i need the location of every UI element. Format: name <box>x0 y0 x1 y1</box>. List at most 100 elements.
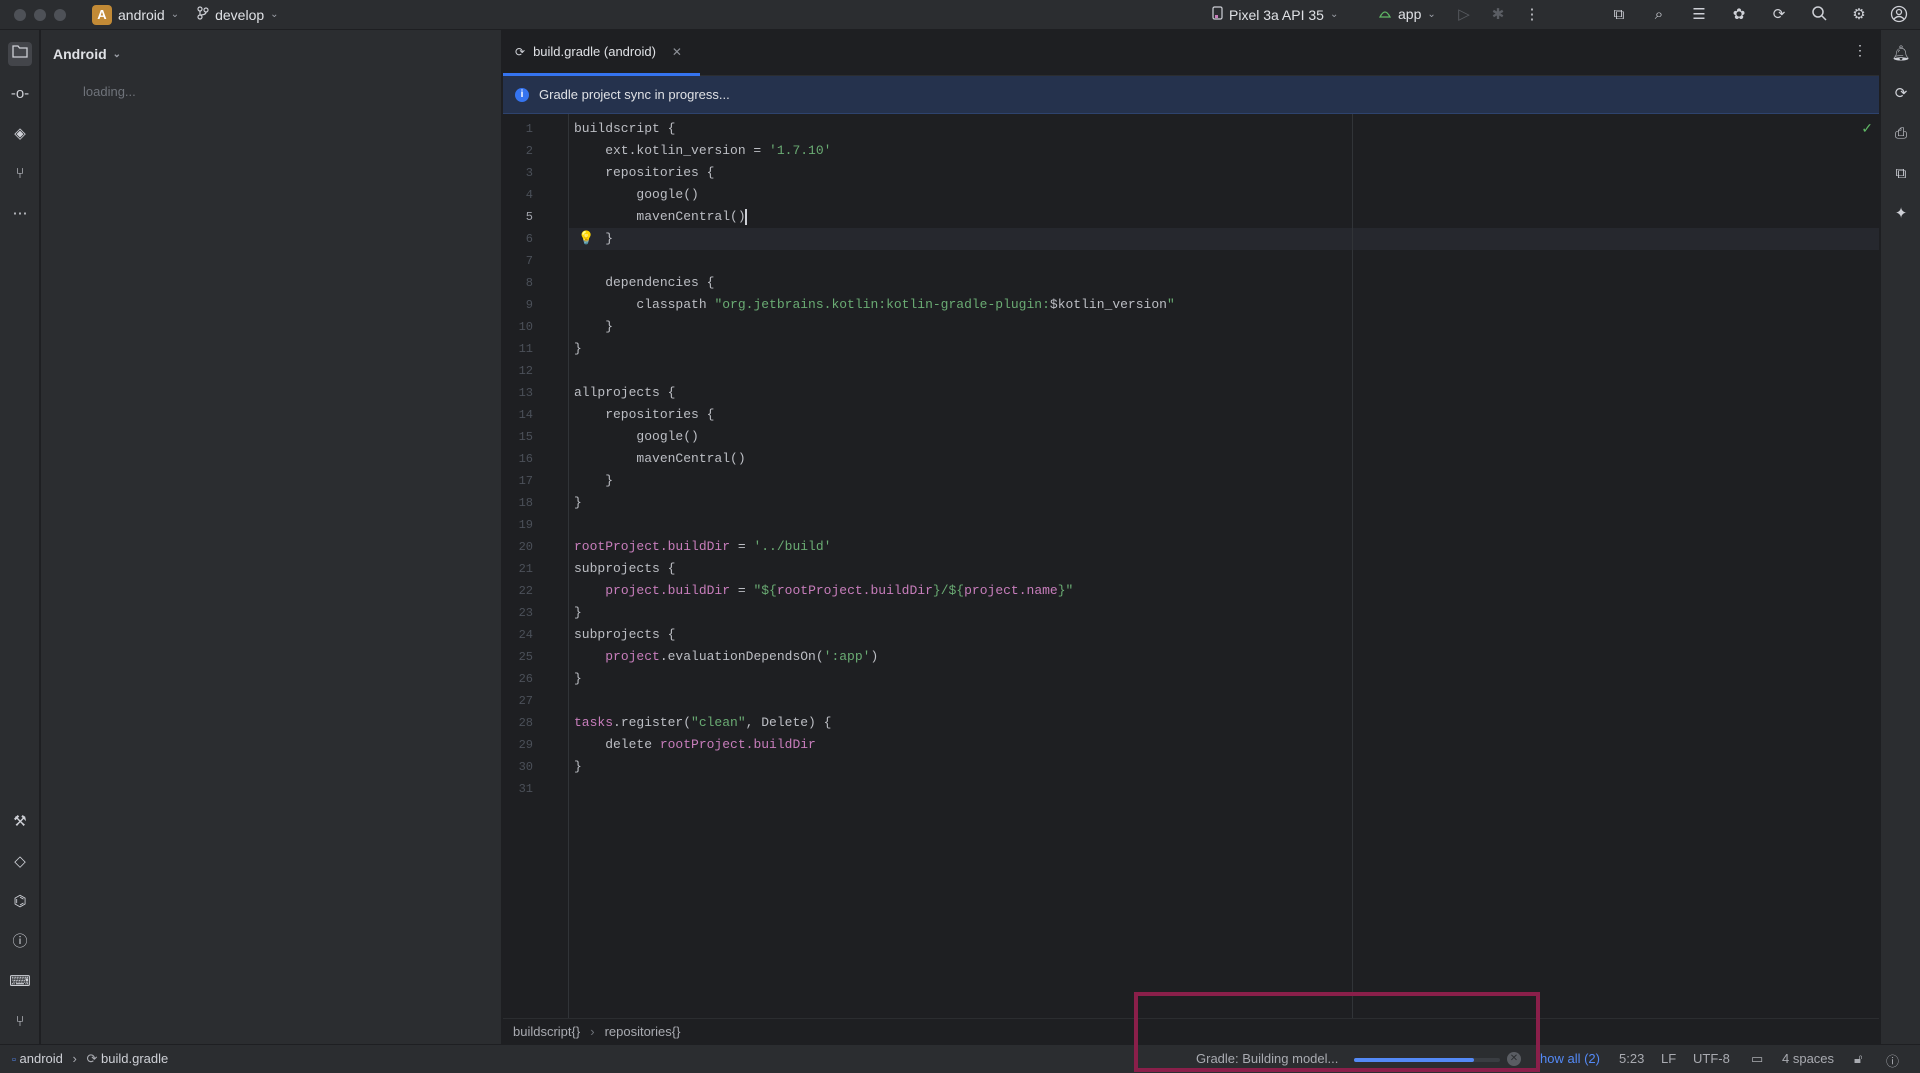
line-number: 28 <box>518 716 533 730</box>
device-selector[interactable]: Pixel 3a API 35 ⌄ <box>1212 6 1338 23</box>
project-view-selector[interactable]: Android ⌄ <box>53 46 121 62</box>
build-icon[interactable]: ⚒ <box>8 810 32 834</box>
breadcrumb-item[interactable]: buildscript{} <box>513 1024 580 1039</box>
branch-selector[interactable]: develop ⌄ <box>197 6 279 23</box>
search-icon[interactable] <box>1809 5 1829 25</box>
code-line[interactable]: } <box>574 602 582 624</box>
code-token: }" <box>1057 583 1074 598</box>
pull-requests-icon[interactable]: ⑂ <box>8 162 32 186</box>
code-line[interactable]: subprojects { <box>574 558 675 580</box>
debug-icon[interactable]: ✱ <box>1488 5 1508 25</box>
line-number: 13 <box>518 386 533 400</box>
left-tool-stripe: -o- ◈ ⑂ ⋯ ⚒ ◇ ⌬ ⓘ ⌨ ⑂ <box>0 30 40 1044</box>
code-line[interactable]: project.buildDir = "${rootProject.buildD… <box>574 580 1073 602</box>
code-line[interactable]: dependencies { <box>574 272 714 294</box>
terminal-icon[interactable]: ⌨ <box>8 970 32 994</box>
line-number: 5 <box>525 210 533 224</box>
code-line[interactable]: } <box>574 668 582 690</box>
gemini-sparkle-icon[interactable]: ✦ <box>1889 202 1913 226</box>
code-line[interactable]: } <box>574 338 582 360</box>
code-token: ) <box>870 649 879 664</box>
show-all-link[interactable]: how all (2) <box>1540 1051 1600 1066</box>
line-number: 12 <box>518 364 533 378</box>
project-name: android <box>118 6 165 23</box>
right-tool-stripe: 🔔︎ ⟳ ⎙ ⧉ ✦ <box>1880 30 1920 1044</box>
close-window-button[interactable] <box>14 8 26 21</box>
code-line[interactable]: google() <box>574 426 698 448</box>
gradle-sync-icon[interactable]: ⟳ <box>1769 5 1789 25</box>
code-token: tasks <box>574 715 614 730</box>
app-inspection-icon[interactable]: ⌕ <box>1649 5 1669 25</box>
code-token: } <box>574 473 614 488</box>
warning-circle-icon[interactable]: ⓘ <box>1886 1051 1899 1070</box>
code-line[interactable]: } <box>574 470 613 492</box>
code-editor[interactable]: buildscript { ext.kotlin_version = '1.7.… <box>570 114 1879 1018</box>
close-tab-icon[interactable]: ✕ <box>672 45 682 59</box>
line-number: 6 <box>525 232 533 246</box>
file-encoding[interactable]: UTF-8 <box>1693 1051 1730 1066</box>
more-actions-icon[interactable]: ⋮ <box>1522 5 1542 25</box>
tab-more-icon[interactable]: ⋮ <box>1853 42 1867 59</box>
code-line[interactable]: allprojects { <box>574 382 675 404</box>
code-line[interactable]: } <box>574 492 582 514</box>
code-line[interactable]: repositories { <box>574 404 714 426</box>
code-line[interactable]: } <box>574 316 613 338</box>
caret-position[interactable]: 5:23 <box>1619 1051 1644 1066</box>
breadcrumb-item[interactable]: repositories{} <box>605 1024 681 1039</box>
code-token: } <box>574 319 614 334</box>
settings-gear-icon[interactable]: ⚙ <box>1849 5 1869 25</box>
run-icon[interactable]: ▷ <box>1454 5 1474 25</box>
lock-icon[interactable]: 🔓︎ <box>1854 1051 1862 1067</box>
indent-setting[interactable]: 4 spaces <box>1782 1051 1834 1066</box>
code-token: = <box>730 583 754 598</box>
layout-inspector-icon[interactable]: ☰ <box>1689 5 1709 25</box>
reader-mode-icon[interactable]: ▭ <box>1751 1051 1763 1067</box>
running-devices-icon[interactable]: ⧉ <box>1889 162 1913 186</box>
device-manager-icon[interactable]: ⧉ <box>1609 5 1629 25</box>
lightbulb-icon[interactable]: 💡 <box>578 230 594 246</box>
chevron-down-icon: ⌄ <box>1427 8 1436 20</box>
code-line[interactable]: tasks.register("clean", Delete) { <box>574 712 831 734</box>
code-line[interactable]: mavenCentral() <box>574 448 745 470</box>
project-selector[interactable]: A android ⌄ <box>92 4 179 25</box>
code-line[interactable]: ext.kotlin_version = '1.7.10' <box>574 140 831 162</box>
resource-manager-icon[interactable]: ◈ <box>8 122 32 146</box>
account-icon[interactable] <box>1889 5 1909 25</box>
commit-icon[interactable]: -o- <box>8 82 32 106</box>
gem-icon[interactable]: ◇ <box>8 850 32 874</box>
more-tools-icon[interactable]: ⋯ <box>8 202 32 226</box>
run-config-selector[interactable]: app ⌄ <box>1378 6 1436 22</box>
editor-tab-build-gradle[interactable]: ⟳ build.gradle (android) ✕ <box>503 30 700 76</box>
line-number: 15 <box>518 430 533 444</box>
code-token: repositories { <box>574 407 715 422</box>
code-line[interactable]: project.evaluationDependsOn(':app') <box>574 646 878 668</box>
version-control-icon[interactable]: ⑂ <box>8 1010 32 1034</box>
gradle-tool-icon[interactable]: ⟳ <box>1889 82 1913 106</box>
code-line[interactable]: rootProject.buildDir = '../build' <box>574 536 831 558</box>
no-problems-check-icon[interactable]: ✓ <box>1861 120 1873 137</box>
code-line[interactable]: buildscript { <box>574 118 675 140</box>
line-number: 18 <box>518 496 533 510</box>
notifications-bell-icon[interactable]: 🔔︎ <box>1889 42 1913 66</box>
code-line[interactable]: delete rootProject.buildDir <box>574 734 816 756</box>
code-line[interactable]: subprojects { <box>574 624 675 646</box>
maximize-window-button[interactable] <box>54 8 66 21</box>
code-line[interactable]: google() <box>574 184 698 206</box>
code-token: delete <box>574 737 660 752</box>
profiler-icon[interactable]: ✿ <box>1729 5 1749 25</box>
status-path[interactable]: ▫ android › ⟳ build.gradle <box>12 1051 168 1067</box>
minimize-window-button[interactable] <box>34 8 46 21</box>
line-number: 31 <box>518 782 533 796</box>
project-loading-text: loading... <box>83 84 136 99</box>
device-file-explorer-icon[interactable]: ⎙ <box>1889 122 1913 146</box>
code-line[interactable]: } <box>574 756 582 778</box>
code-line[interactable]: classpath "org.jetbrains.kotlin:kotlin-g… <box>574 294 1174 316</box>
logcat-icon[interactable]: ⌬ <box>8 890 32 914</box>
line-separator[interactable]: LF <box>1661 1051 1676 1066</box>
project-tool-folder-icon[interactable] <box>8 42 32 66</box>
code-token: '1.7.10' <box>769 143 832 158</box>
code-line[interactable]: mavenCentral() <box>574 206 747 228</box>
problems-icon[interactable]: ⓘ <box>8 930 32 954</box>
code-line[interactable]: repositories { <box>574 162 714 184</box>
